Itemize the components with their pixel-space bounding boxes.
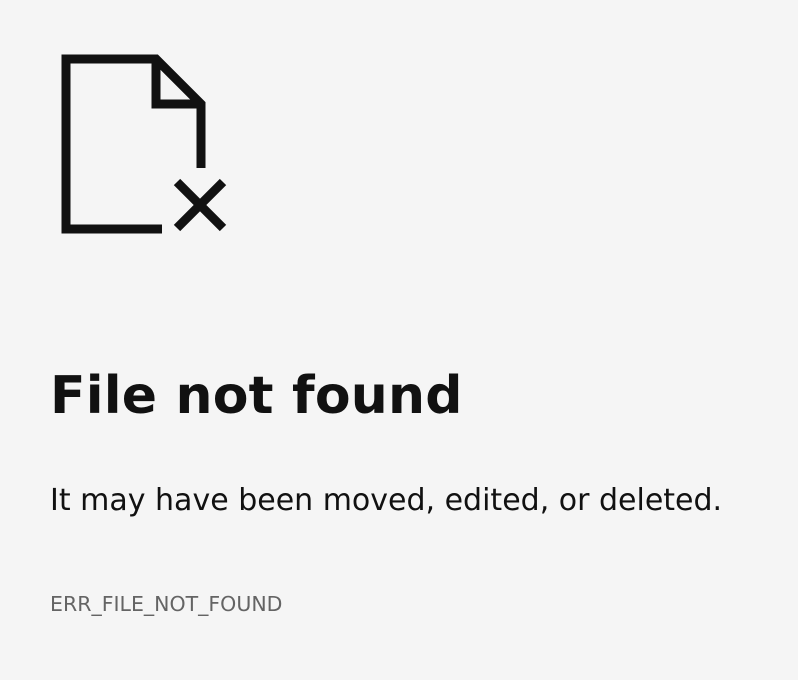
file-not-found-icon (61, 54, 227, 234)
error-code: ERR_FILE_NOT_FOUND (50, 592, 283, 616)
error-page: File not found It may have been moved, e… (0, 0, 798, 680)
error-title: File not found (50, 366, 463, 426)
error-message: It may have been moved, edited, or delet… (50, 483, 723, 518)
